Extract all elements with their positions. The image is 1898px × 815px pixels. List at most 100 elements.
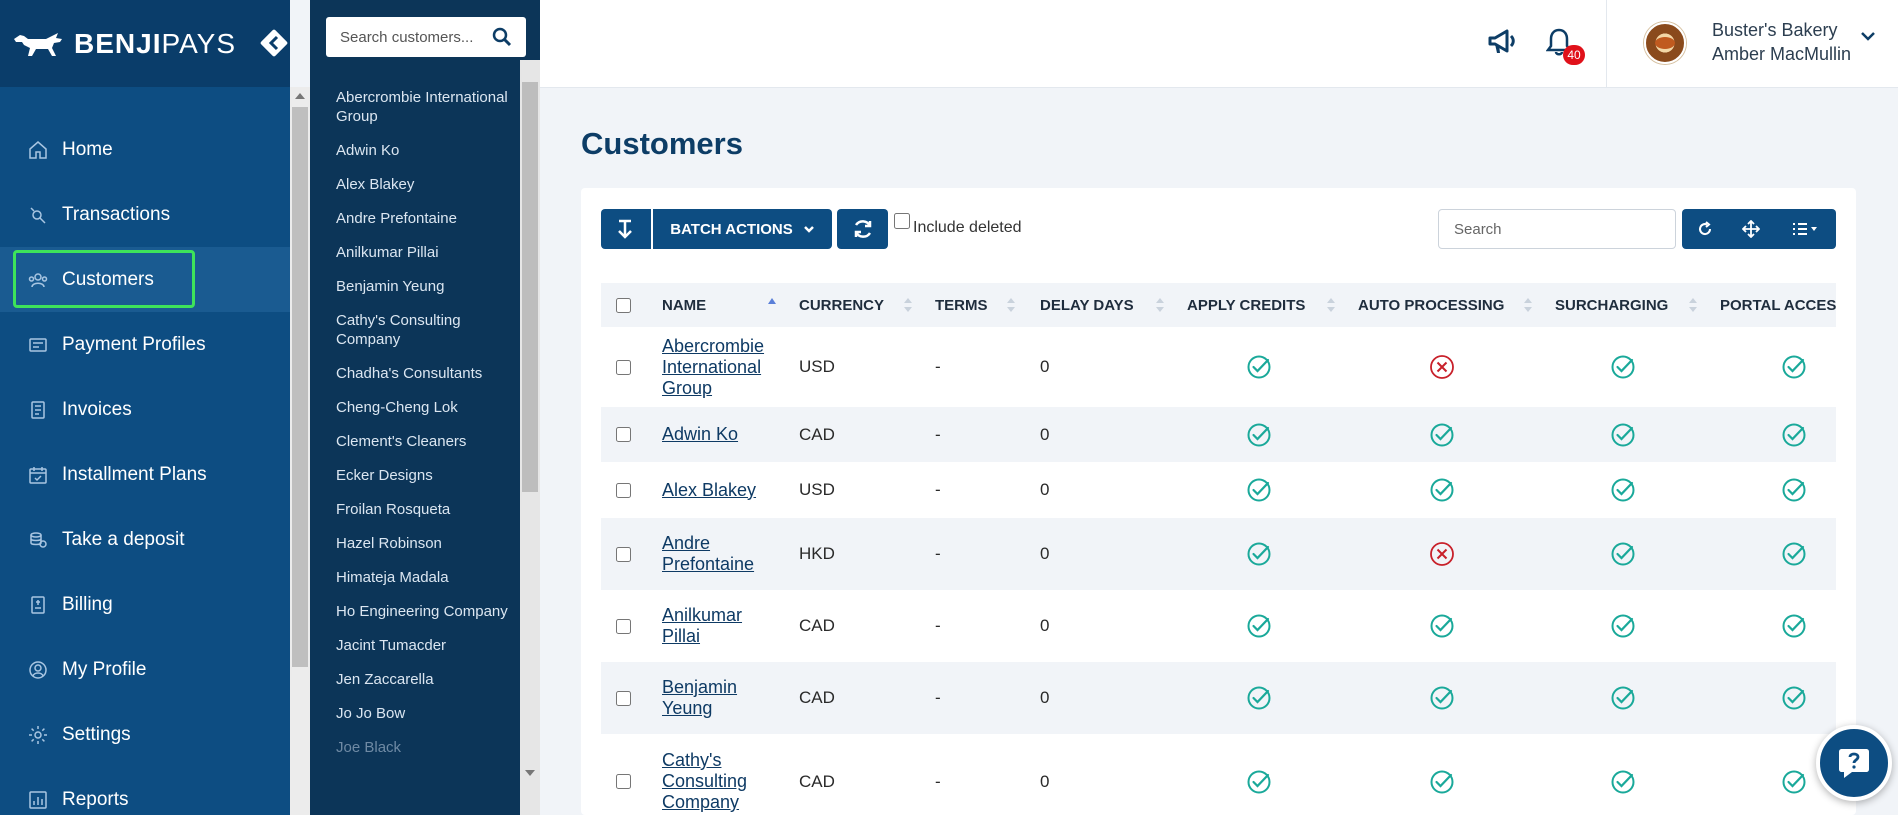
row-checkbox[interactable] (616, 690, 631, 706)
customer-list-item[interactable]: Anilkumar Pillai (310, 243, 520, 262)
table-search-input[interactable] (1438, 209, 1676, 249)
nav-item-customers[interactable]: Customers (0, 247, 290, 312)
row-select-cell[interactable] (616, 662, 631, 734)
customer-list-item[interactable]: Chadha's Consultants (310, 364, 520, 383)
customer-name-link[interactable]: Andre Prefontaine (662, 533, 782, 575)
column-header-auto-processing[interactable]: AUTO PROCESSING (1358, 283, 1504, 327)
sidebar-scrollbar[interactable] (290, 87, 310, 815)
row-checkbox[interactable] (616, 618, 631, 634)
row-checkbox[interactable] (616, 359, 631, 375)
search-icon[interactable] (492, 27, 512, 47)
customer-list-item[interactable]: Cheng-Cheng Lok (310, 398, 520, 417)
customer-list-item[interactable]: Alex Blakey (310, 175, 520, 194)
customer-search-box[interactable] (326, 17, 526, 57)
customer-list-item[interactable]: Hazel Robinson (310, 534, 520, 553)
include-deleted-toggle[interactable]: Include deleted (894, 213, 1022, 237)
nav-item-take-a-deposit[interactable]: Take a deposit (0, 507, 290, 572)
nav-item-invoices[interactable]: Invoices (0, 377, 290, 442)
sort-icon[interactable] (1155, 295, 1165, 315)
nav-item-billing[interactable]: Billing (0, 572, 290, 637)
column-header-portal-access[interactable]: PORTAL ACCESS (1720, 283, 1836, 327)
column-header-currency[interactable]: CURRENCY (799, 283, 884, 327)
row-select-cell[interactable] (616, 407, 631, 462)
batch-actions-button[interactable]: BATCH ACTIONS (653, 209, 832, 249)
column-header-terms[interactable]: TERMS (935, 283, 988, 327)
reset-button[interactable] (1682, 209, 1728, 249)
customer-name-link[interactable]: Cathy's Consulting Company (662, 750, 782, 813)
sort-icon[interactable] (1326, 295, 1336, 315)
sort-icon[interactable] (1523, 295, 1533, 315)
customer-search-input[interactable] (340, 28, 490, 46)
customer-name-link[interactable]: Adwin Ko (662, 424, 738, 445)
customer-list-item[interactable]: Benjamin Yeung (310, 277, 520, 296)
row-checkbox[interactable] (616, 482, 631, 498)
fullscreen-button[interactable] (1728, 209, 1774, 249)
scrollbar-thumb[interactable] (522, 82, 538, 492)
row-select-cell[interactable] (616, 327, 631, 407)
row-select-cell[interactable] (616, 734, 631, 815)
customer-list-item[interactable]: Adwin Ko (310, 141, 520, 160)
row-select-cell[interactable] (616, 590, 631, 662)
customer-name-link[interactable]: Abercrombie International Group (662, 336, 782, 399)
row-checkbox[interactable] (616, 546, 631, 562)
customer-name-link[interactable]: Alex Blakey (662, 480, 756, 501)
column-header-apply-credits[interactable]: APPLY CREDITS (1187, 283, 1305, 327)
nav-item-payment-profiles[interactable]: Payment Profiles (0, 312, 290, 377)
nav-item-home[interactable]: Home (0, 117, 290, 182)
nav-item-installment-plans[interactable]: Installment Plans (0, 442, 290, 507)
payment-profiles-icon (29, 337, 47, 352)
customer-list-item[interactable]: Ho Engineering Company (310, 602, 520, 621)
sort-icon[interactable] (1688, 295, 1698, 315)
column-header-delay-days[interactable]: DELAY DAYS (1040, 283, 1134, 327)
customer-list-item[interactable]: Jen Zaccarella (310, 670, 520, 689)
table-row: Cathy's Consulting Company CAD - 0 (601, 734, 1836, 815)
delay-days-cell: 0 (1040, 688, 1050, 707)
customer-list-scrollbar[interactable] (520, 60, 540, 815)
customer-list-item[interactable]: Jo Jo Bow (310, 704, 520, 723)
columns-menu-button[interactable] (1774, 209, 1836, 249)
megaphone-icon[interactable] (1487, 27, 1517, 57)
column-header-surcharging[interactable]: SURCHARGING (1555, 283, 1668, 327)
select-all-checkbox[interactable] (616, 297, 631, 313)
customer-list-item[interactable]: Joe Black (310, 738, 520, 757)
nav-item-reports[interactable]: Reports (0, 767, 290, 815)
scrollbar-thumb[interactable] (292, 107, 308, 667)
avatar[interactable] (1644, 22, 1686, 64)
customer-list-item[interactable]: Abercrombie International Group (310, 88, 520, 126)
scroll-up-arrow-icon[interactable] (295, 93, 305, 99)
select-all-cell[interactable] (616, 283, 631, 327)
column-header-name[interactable]: NAME (662, 283, 706, 327)
customer-list-item[interactable]: Clement's Cleaners (310, 432, 520, 451)
include-deleted-checkbox[interactable] (894, 213, 910, 229)
refresh-button[interactable] (837, 209, 888, 249)
customer-name-link[interactable]: Anilkumar Pillai (662, 605, 782, 647)
row-checkbox[interactable] (616, 774, 631, 789)
customer-list-item[interactable]: Himateja Madala (310, 568, 520, 587)
transactions-icon (30, 206, 46, 224)
org-name[interactable]: Buster's Bakery (1712, 20, 1837, 41)
row-select-cell[interactable] (616, 518, 631, 590)
delay-days-cell: 0 (1040, 771, 1050, 791)
user-name[interactable]: Amber MacMullin (1712, 44, 1851, 65)
scroll-down-arrow-icon[interactable] (525, 770, 535, 776)
customer-list-item[interactable]: Jacint Tumacder (310, 636, 520, 655)
nav-item-settings[interactable]: Settings (0, 702, 290, 767)
customer-list-item[interactable]: Ecker Designs (310, 466, 520, 485)
nav-item-transactions[interactable]: Transactions (0, 182, 290, 247)
sort-ascending-icon[interactable] (767, 295, 777, 315)
customer-name-link[interactable]: Benjamin Yeung (662, 677, 782, 719)
name-cell: Andre Prefontaine (662, 518, 782, 590)
sort-icon[interactable] (903, 295, 913, 315)
customer-list-item[interactable]: Andre Prefontaine (310, 209, 520, 228)
row-select-cell[interactable] (616, 462, 631, 518)
customer-list-item[interactable]: Cathy's Consulting Company (310, 311, 520, 349)
row-checkbox[interactable] (616, 427, 631, 442)
sort-icon[interactable] (1006, 295, 1016, 315)
sort-direction-button[interactable] (601, 209, 651, 249)
customer-list-item[interactable]: Froilan Rosqueta (310, 500, 520, 519)
collapse-sidebar-button[interactable] (258, 27, 290, 59)
nav-item-my-profile[interactable]: My Profile (0, 637, 290, 702)
chevron-down-icon[interactable] (1860, 30, 1876, 42)
delay-days-cell: 0 (1040, 424, 1050, 444)
help-chat-button[interactable] (1816, 725, 1892, 801)
